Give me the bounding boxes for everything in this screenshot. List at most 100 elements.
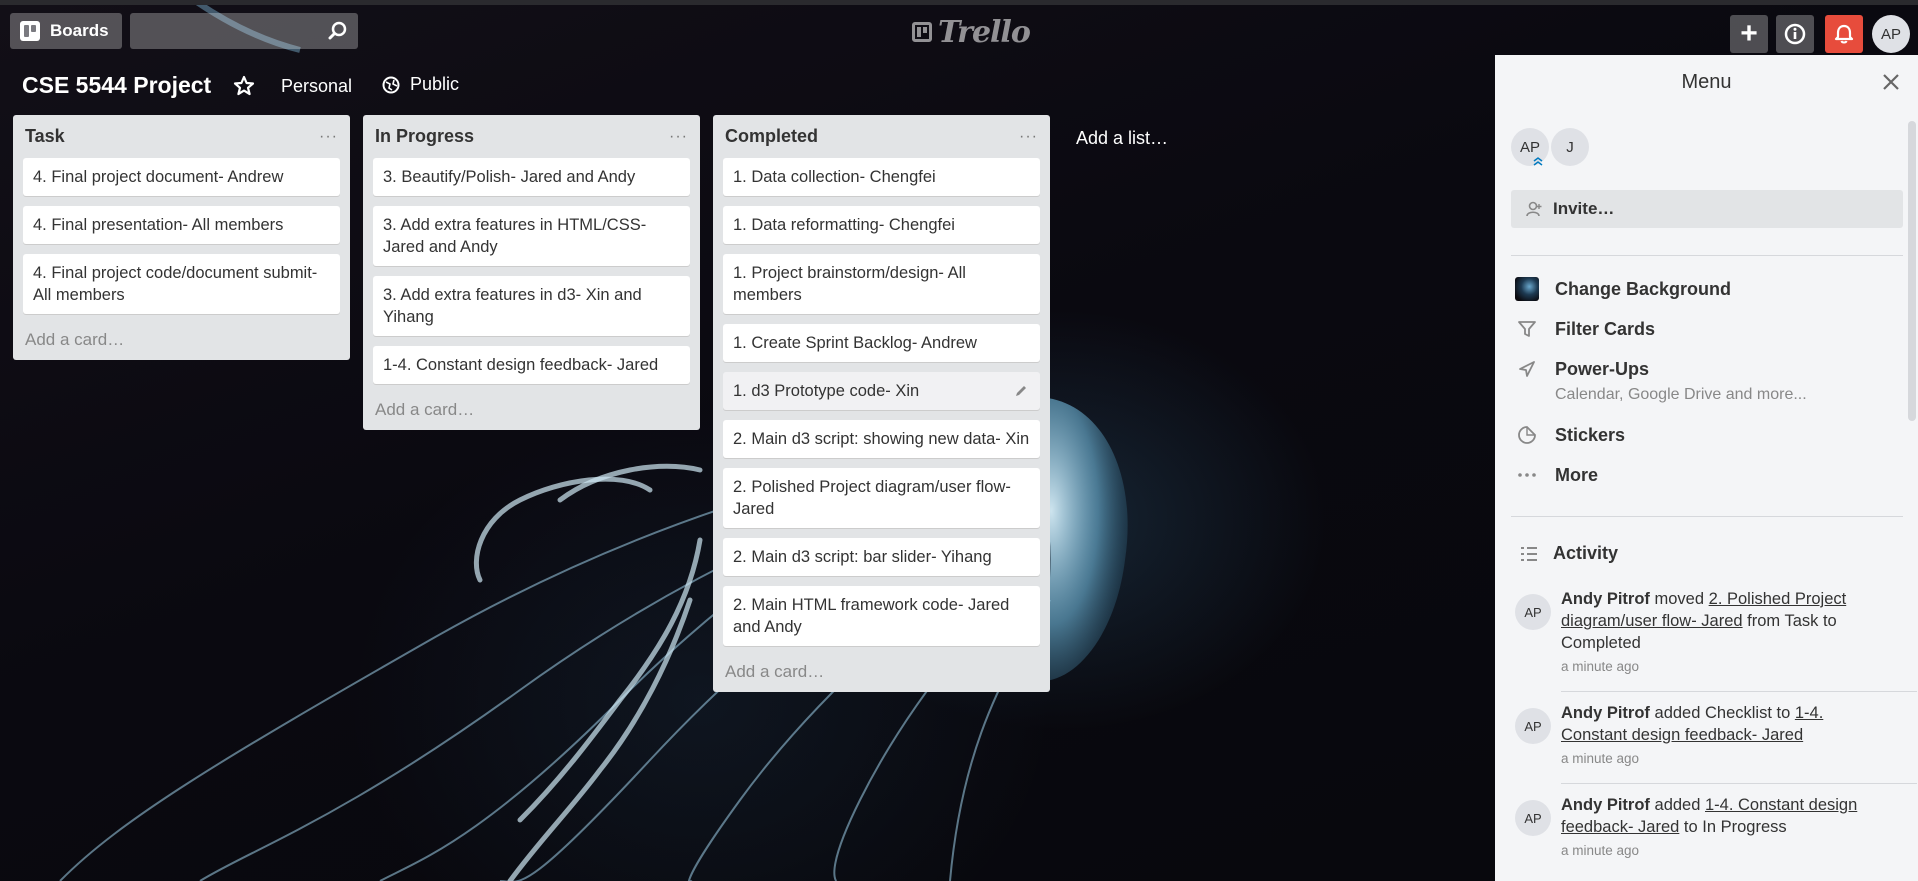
add-card-button[interactable]: Add a card… (723, 656, 1040, 682)
card[interactable]: 4. Final presentation- All members (23, 206, 340, 244)
card[interactable]: 3. Add extra features in HTML/CSS- Jared… (373, 206, 690, 266)
menu-item-label: Change Background (1555, 279, 1732, 299)
list-menu-icon[interactable]: ··· (319, 128, 338, 146)
menu-title: Menu (1681, 71, 1732, 93)
admin-chevron-icon (1533, 157, 1543, 166)
menu-item-label: Filter Cards (1555, 319, 1656, 339)
activity-text: Andy Pitrof moved 2. Polished Project di… (1561, 588, 1861, 678)
card[interactable]: 2. Main d3 script: showing new data- Xin (723, 420, 1040, 458)
card[interactable]: 2. Polished Project diagram/user flow- J… (723, 468, 1040, 528)
add-button[interactable]: + (1730, 15, 1768, 53)
boards-icon (20, 21, 40, 41)
list-title[interactable]: In Progress (375, 126, 474, 147)
menu-scrollbar[interactable] (1908, 121, 1916, 421)
top-header: Boards Trello + AP (0, 0, 1918, 56)
user-avatar[interactable]: AP (1872, 15, 1910, 53)
rocket-icon (1515, 357, 1539, 381)
activity-user[interactable]: Andy Pitrof (1561, 704, 1650, 722)
menu-item-label: Stickers (1555, 425, 1626, 445)
menu-item-change-background[interactable]: Change Background (1515, 277, 1895, 301)
activity-rest: to In Progress (1683, 818, 1787, 836)
card[interactable]: 1. Project brainstorm/design- All member… (723, 254, 1040, 314)
list-in-progress: In Progress ··· 3. Beautify/Polish- Jare… (363, 115, 700, 430)
activity-list-icon (1521, 546, 1537, 561)
star-icon[interactable] (232, 74, 256, 98)
activity-avatar[interactable]: AP (1515, 594, 1551, 630)
menu-item-power-ups[interactable]: Power-Ups Calendar, Google Drive and mor… (1515, 357, 1895, 407)
add-card-button[interactable]: Add a card… (373, 394, 690, 420)
card[interactable]: 1. Data reformatting- Chengfei (723, 206, 1040, 244)
card[interactable]: 1. Data collection- Chengfei (723, 158, 1040, 196)
background-swatch-icon (1515, 277, 1539, 301)
card-hovered[interactable]: 1. d3 Prototype code- Xin (723, 372, 1040, 410)
menu-item-stickers[interactable]: Stickers (1515, 423, 1895, 447)
card[interactable]: 2. Main HTML framework code- Jared and A… (723, 586, 1040, 646)
more-dots-icon (1515, 463, 1539, 487)
list-header: Task ··· (23, 115, 340, 158)
card-text: 1. d3 Prototype code- Xin (733, 382, 920, 400)
activity-action: added Checklist to (1654, 704, 1791, 722)
activity-label: Activity (1553, 543, 1619, 563)
activity-user[interactable]: Andy Pitrof (1561, 796, 1650, 814)
add-card-button[interactable]: Add a card… (23, 324, 340, 350)
visibility-label: Public (410, 74, 460, 94)
team-visibility-button[interactable]: Personal (281, 76, 352, 97)
list-menu-icon[interactable]: ··· (669, 128, 688, 146)
activity-avatar[interactable]: AP (1515, 800, 1551, 836)
activity-text: Andy Pitrof added 1-4. Constant design f… (1561, 794, 1861, 862)
card[interactable]: 3. Add extra features in d3- Xin and Yih… (373, 276, 690, 336)
menu-divider (1511, 255, 1903, 256)
add-list-button[interactable]: Add a list… (1076, 128, 1168, 149)
invite-button[interactable]: Invite… (1511, 190, 1903, 228)
list-header: Completed ··· (723, 115, 1040, 158)
menu-item-more[interactable]: More (1515, 463, 1895, 487)
search-icon[interactable] (328, 21, 348, 41)
activity-text: Andy Pitrof added Checklist to 1-4. Cons… (1561, 702, 1861, 770)
card[interactable]: 1. Create Sprint Backlog- Andrew (723, 324, 1040, 362)
plus-icon: + (1740, 17, 1758, 50)
menu-divider (1511, 516, 1903, 517)
list-title[interactable]: Task (25, 126, 65, 147)
menu-item-filter-cards[interactable]: Filter Cards (1515, 317, 1895, 341)
member-avatar[interactable]: J (1551, 128, 1589, 166)
notifications-button[interactable] (1825, 15, 1863, 53)
card[interactable]: 3. Beautify/Polish- Jared and Andy (373, 158, 690, 196)
trello-logo[interactable]: Trello (912, 15, 1031, 50)
board-title[interactable]: CSE 5544 Project (22, 72, 211, 99)
activity-avatar[interactable]: AP (1515, 708, 1551, 744)
search-input[interactable] (130, 13, 320, 49)
side-menu: Menu AP J Invite… Change Background Filt… (1495, 55, 1918, 881)
close-icon[interactable] (1880, 71, 1902, 93)
pencil-icon[interactable] (1014, 384, 1028, 398)
list-header: In Progress ··· (373, 115, 690, 158)
visibility-button[interactable]: Public (382, 74, 459, 95)
bell-icon (1834, 24, 1854, 44)
list-title[interactable]: Completed (725, 126, 818, 147)
card[interactable]: 4. Final project document- Andrew (23, 158, 340, 196)
card[interactable]: 2. Main d3 script: bar slider- Yihang (723, 538, 1040, 576)
trello-logo-icon (912, 22, 932, 42)
boards-button[interactable]: Boards (10, 13, 122, 49)
menu-item-subtitle: Calendar, Google Drive and more... (1555, 386, 1807, 403)
activity-time[interactable]: a minute ago (1561, 840, 1861, 862)
info-icon (1784, 23, 1806, 45)
list-menu-icon[interactable]: ··· (1019, 128, 1038, 146)
list-completed: Completed ··· 1. Data collection- Chengf… (713, 115, 1050, 692)
card[interactable]: 4. Final project code/document submit- A… (23, 254, 340, 314)
boards-label: Boards (50, 21, 109, 40)
globe-icon (382, 76, 400, 93)
sticker-icon (1515, 423, 1539, 447)
activity-user[interactable]: Andy Pitrof (1561, 590, 1650, 608)
activity-time[interactable]: a minute ago (1561, 656, 1861, 678)
menu-item-label: More (1555, 465, 1599, 485)
filter-icon (1515, 317, 1539, 341)
info-button[interactable] (1776, 15, 1814, 53)
card[interactable]: 1-4. Constant design feedback- Jared (373, 346, 690, 384)
add-member-icon (1526, 201, 1542, 217)
activity-divider (1561, 783, 1917, 784)
activity-action: moved (1654, 590, 1705, 608)
activity-header: Activity (1519, 543, 1618, 564)
activity-time[interactable]: a minute ago (1561, 748, 1861, 770)
list-task: Task ··· 4. Final project document- Andr… (13, 115, 350, 360)
activity-divider (1561, 691, 1917, 692)
